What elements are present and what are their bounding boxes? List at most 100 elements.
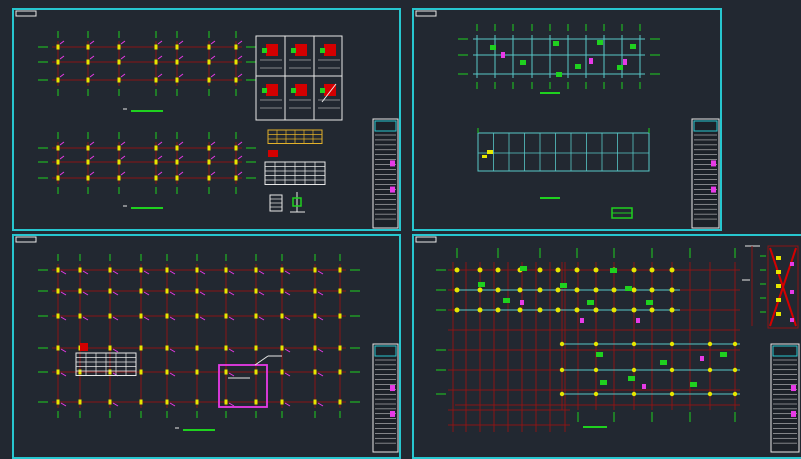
column-mark [495,267,501,273]
column-mark [78,267,82,273]
column-mark [175,59,179,65]
column-detail-grid [255,35,343,121]
column-mark [195,267,199,273]
rebar-mark [262,88,267,93]
section-tag [776,256,781,260]
column-tag [120,171,126,176]
column-tag [59,73,65,78]
column-mark [313,267,317,273]
column-mark [139,345,143,351]
beam-label [596,352,603,357]
column-tag [157,155,163,160]
column-tag [228,402,235,407]
column-mark [313,313,317,319]
beam-label [587,300,594,305]
column-mark [108,369,112,375]
column-mark [477,287,483,293]
sheet-tab [15,236,37,243]
column-mark [117,145,121,151]
column-tag [60,372,67,377]
column-mark [195,313,199,319]
column-mark [86,159,90,165]
column-tag [237,73,243,78]
column-tag [89,40,95,45]
column-tag [169,316,176,321]
beam-label [628,376,635,381]
column-mark [454,307,460,313]
column-mark [108,313,112,319]
column-mark [117,175,121,181]
column-mark [555,287,561,293]
schedule-table-white [264,161,326,185]
beam-annotation [589,58,593,64]
column-tag [317,402,324,407]
column-mark [224,288,228,294]
column-tag [210,40,216,45]
beam-annotation [501,52,505,58]
beam-label [503,298,510,303]
beam-label [553,41,559,46]
column-tag [143,270,150,275]
column-tag [210,73,216,78]
column-mark [154,59,158,65]
column-tag [60,348,67,353]
rebar-mark [262,48,267,53]
column-layout-plan-a [38,31,256,112]
column-mark [86,44,90,50]
column-mark [649,307,655,313]
column-tag [178,40,184,45]
column-grid-plan [38,254,360,431]
column-tag [157,73,163,78]
column-tag [178,55,184,60]
column-tag [284,372,291,377]
legend-table [269,194,283,212]
column-mark [56,145,60,151]
column-mark [517,287,523,293]
sheet-tab-icon [15,236,37,243]
column-mark [280,369,284,375]
column-mark [86,145,90,151]
outline-tag [482,155,487,158]
column-mark [195,369,199,375]
column-mark [254,369,258,375]
cad-drawing-canvas [15,10,800,453]
column-tag [210,141,216,146]
column-tag [258,316,265,321]
column-layout-plan-b [38,132,256,209]
column-mark [108,288,112,294]
column-mark [559,391,565,397]
column-mark [537,267,543,273]
column-mark [649,267,655,273]
column-mark [593,287,599,293]
foundation-beam-plan [458,24,660,94]
column-mark [631,367,637,373]
column-section [295,44,307,56]
column-mark [165,345,169,351]
column-mark [732,341,738,347]
column-tag [228,316,235,321]
column-mark [224,267,228,273]
section-annotation [790,290,794,294]
beam-annotation [580,318,584,323]
column-tag [120,73,126,78]
column-mark [154,77,158,83]
column-mark [669,367,675,373]
section-tag [776,312,781,316]
column-mark [207,44,211,50]
column-mark [224,399,228,405]
beam-label [556,72,562,77]
column-tag [89,155,95,160]
beam-label [625,286,632,291]
column-mark [117,59,121,65]
column-mark [86,59,90,65]
column-tag [284,316,291,321]
column-mark [165,313,169,319]
column-mark [78,313,82,319]
column-mark [207,159,211,165]
cad-model-space[interactable] [0,0,801,459]
column-tag [237,40,243,45]
column-mark [78,288,82,294]
section-tag [776,284,781,288]
beam-label [597,40,603,45]
column-tag [89,55,95,60]
